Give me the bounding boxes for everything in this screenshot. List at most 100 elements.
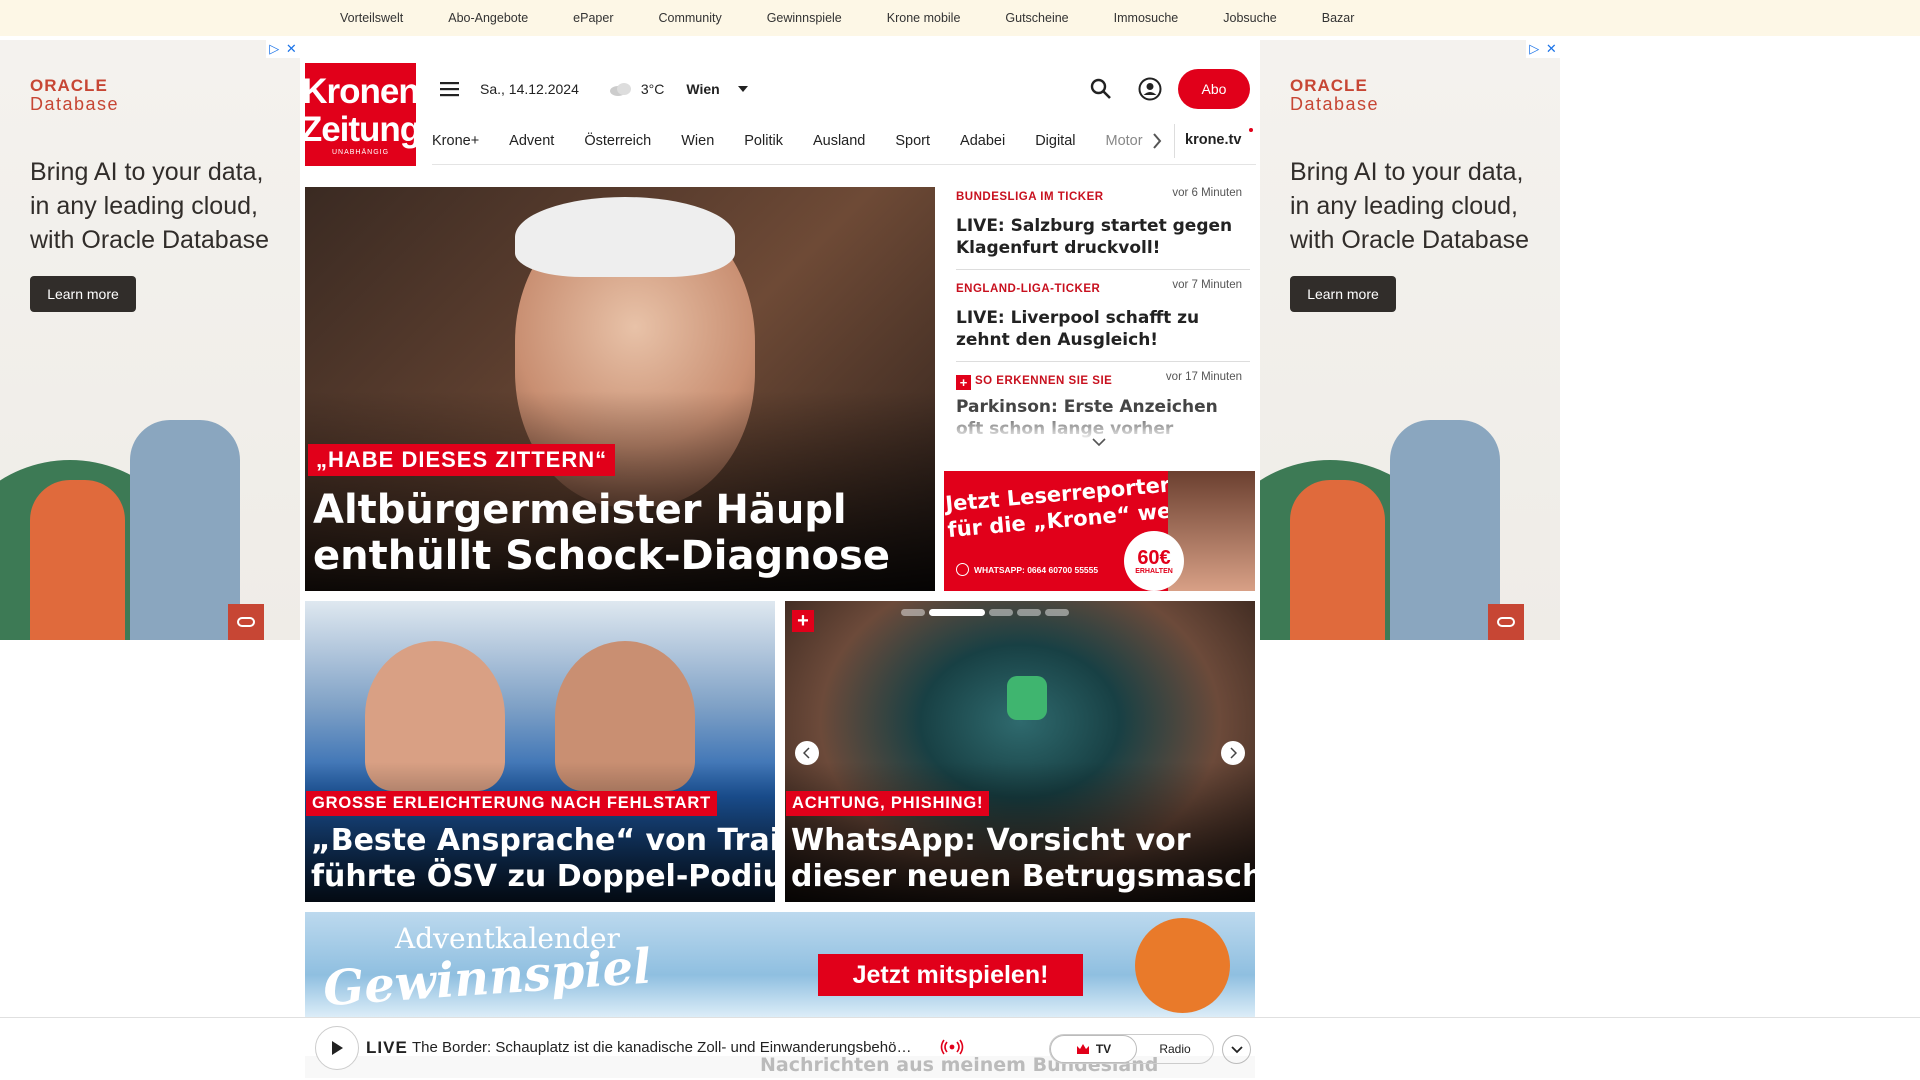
ticker-title: LIVE: Salzburg startet gegen Klagenfurt … [956, 216, 1233, 258]
hero-hair [515, 197, 735, 277]
header-left: Sa., 14.12.2024 3°C Wien [440, 68, 748, 110]
nav-item-advent[interactable]: Advent [509, 133, 554, 149]
chevron-down-icon[interactable] [737, 86, 748, 92]
ad-brand-oracle: ORACLE [1290, 76, 1368, 95]
topbar-link-epaper[interactable]: ePaper [573, 11, 613, 25]
card-title-line2: führte ÖSV zu Doppel-Podium [311, 859, 775, 894]
tv-toggle-option[interactable]: TV [1050, 1035, 1137, 1063]
advent-line2: Gewinnspiel [321, 938, 654, 1017]
user-account-icon[interactable] [1138, 77, 1162, 101]
oracle-ad-left[interactable]: ▷ ✕ ORACLE Database Bring AI to your data… [0, 40, 300, 640]
carousel-dot[interactable] [901, 609, 925, 616]
news-ticker: BUNDESLIGA IM TICKER vor 6 Minuten LIVE:… [944, 187, 1250, 447]
topbar-link-immosuche[interactable]: Immosuche [1114, 11, 1179, 25]
logo-line2: Zeitung [300, 109, 421, 149]
nav-item-krone-tv[interactable]: krone.tv [1185, 132, 1241, 148]
carousel-dot[interactable] [1045, 609, 1069, 616]
chevron-down-icon[interactable] [1092, 438, 1106, 446]
ad-person-woman [30, 480, 125, 640]
nav-divider [1174, 124, 1175, 158]
ad-person-man [130, 420, 240, 640]
topbar-link-vorteilswelt[interactable]: Vorteilswelt [340, 11, 403, 25]
header-date: Sa., 14.12.2024 [480, 81, 579, 97]
ad-learn-more-button[interactable]: Learn more [1290, 276, 1396, 312]
card-title: „Beste Ansprache“ von Trainer führte ÖSV… [311, 823, 775, 895]
nav-underline [432, 164, 1256, 165]
search-icon[interactable] [1090, 78, 1112, 100]
ticker-item[interactable]: BUNDESLIGA IM TICKER vor 6 Minuten LIVE:… [956, 187, 1250, 270]
adventkalender-banner[interactable]: Adventkalender Gewinnspiel Jetzt mitspie… [305, 912, 1255, 1017]
ticker-item[interactable]: + SO ERKENNEN SIE SIE vor 17 Minuten Park… [956, 371, 1250, 441]
close-icon[interactable]: ✕ [1546, 41, 1557, 57]
city-select[interactable]: Wien [686, 81, 719, 97]
abo-button[interactable]: Abo [1178, 69, 1250, 109]
oracle-logo-icon [228, 604, 264, 640]
chevron-left-icon [803, 747, 810, 759]
hamburger-menu-icon[interactable] [440, 80, 462, 98]
header-temperature: 3°C [640, 81, 665, 97]
hero-title-line2: enthüllt Schock-Diagnose [313, 533, 890, 579]
carousel-dot[interactable] [989, 609, 1013, 616]
carousel-dot-active[interactable] [929, 609, 985, 616]
krone-plus-icon: + [792, 610, 814, 632]
play-icon [332, 1041, 343, 1055]
ad-choices[interactable]: ▷ ✕ [266, 40, 300, 58]
nav-item-adabei[interactable]: Adabei [960, 133, 1005, 149]
nav-item-politik[interactable]: Politik [744, 133, 783, 149]
krone-logo[interactable]: Kronen Zeitung UNABHÄNGIG [301, 63, 421, 166]
expand-player-button[interactable] [1222, 1035, 1251, 1064]
ticker-time: vor 6 Minuten [1172, 187, 1242, 199]
ticker-fade [956, 411, 1250, 441]
ad-learn-more-button[interactable]: Learn more [30, 276, 136, 312]
adchoices-icon[interactable]: ▷ [1529, 41, 1539, 57]
nav-item-krone-plus[interactable]: Krone+ [432, 133, 479, 149]
krone-plus-icon: + [956, 375, 971, 390]
ad-person-woman [1290, 480, 1385, 640]
close-icon[interactable]: ✕ [286, 41, 297, 57]
adchoices-icon[interactable]: ▷ [269, 41, 279, 57]
nav-item-digital[interactable]: Digital [1035, 133, 1075, 149]
nav-item-wien[interactable]: Wien [681, 133, 714, 149]
nav-item-sport[interactable]: Sport [895, 133, 930, 149]
main-nav: Krone+ Advent Österreich Wien Politik Au… [432, 118, 1149, 164]
topbar-link-krone-mobile[interactable]: Krone mobile [887, 11, 961, 25]
topbar-link-jobsuche[interactable]: Jobsuche [1223, 11, 1277, 25]
ticker-kicker: SO ERKENNEN SIE SIE [975, 375, 1113, 387]
tv-label: TV [1095, 1042, 1112, 1056]
ad-person-man [1390, 420, 1500, 640]
reward-amount: 60€ [1137, 546, 1171, 569]
ticker-kicker: ENGLAND-LIGA-TICKER [956, 283, 1101, 295]
live-dot [1249, 128, 1253, 132]
article-card-whatsapp[interactable]: + ACHTUNG, PHISHING! WhatsApp: Vorsicht … [785, 601, 1255, 902]
whatsapp-number: WHATSAPP: 0664 60700 55555 [956, 563, 1098, 576]
whatsapp-number-text: WHATSAPP: 0664 60700 55555 [974, 564, 1099, 575]
hero-article[interactable]: „HABE DIESES ZITTERN“ Altbürgermeister H… [305, 187, 935, 591]
leserreporter-banner[interactable]: Jetzt Leserreporter für die „Krone“ werd… [944, 471, 1255, 591]
ad-brand-database: Database [30, 94, 120, 114]
logo-tagline: UNABHÄNGIG [331, 148, 390, 156]
nav-item-ausland[interactable]: Ausland [813, 133, 865, 149]
chevron-right-icon[interactable] [1152, 133, 1162, 149]
article-card-ski[interactable]: GROSSE ERLEICHTERUNG NACH FEHLSTART „Bes… [305, 601, 775, 902]
ad-brand-oracle: ORACLE [30, 76, 108, 95]
card-title: WhatsApp: Vorsicht vor dieser neuen Betr… [791, 823, 1255, 895]
advent-cta-button[interactable]: Jetzt mitspielen! [818, 954, 1083, 996]
topbar-link-gutscheine[interactable]: Gutscheine [1005, 11, 1068, 25]
topbar-link-community[interactable]: Community [658, 11, 721, 25]
live-program-text[interactable]: The Border: Schauplatz ist die kanadisch… [412, 1039, 911, 1056]
whatsapp-logo-reflection [1007, 676, 1047, 720]
ad-choices[interactable]: ▷ ✕ [1526, 40, 1560, 58]
carousel-dot[interactable] [1017, 609, 1041, 616]
topbar-link-abo-angebote[interactable]: Abo-Angebote [448, 11, 528, 25]
play-button[interactable] [315, 1026, 359, 1070]
oracle-logo-icon [1488, 604, 1524, 640]
radio-toggle-option[interactable]: Radio [1137, 1035, 1213, 1063]
live-label: LIVE [366, 1038, 408, 1057]
oracle-ad-right[interactable]: ▷ ✕ ORACLE Database Bring AI to your data… [1260, 40, 1560, 640]
ticker-item[interactable]: ENGLAND-LIGA-TICKER vor 7 Minuten LIVE: … [956, 279, 1250, 362]
nav-item-motor[interactable]: Motor [1105, 133, 1142, 149]
nav-item-oesterreich[interactable]: Österreich [584, 133, 651, 149]
topbar-link-gewinnspiele[interactable]: Gewinnspiele [767, 11, 842, 25]
carousel-dots [901, 609, 1069, 616]
topbar-link-bazar[interactable]: Bazar [1322, 11, 1355, 25]
